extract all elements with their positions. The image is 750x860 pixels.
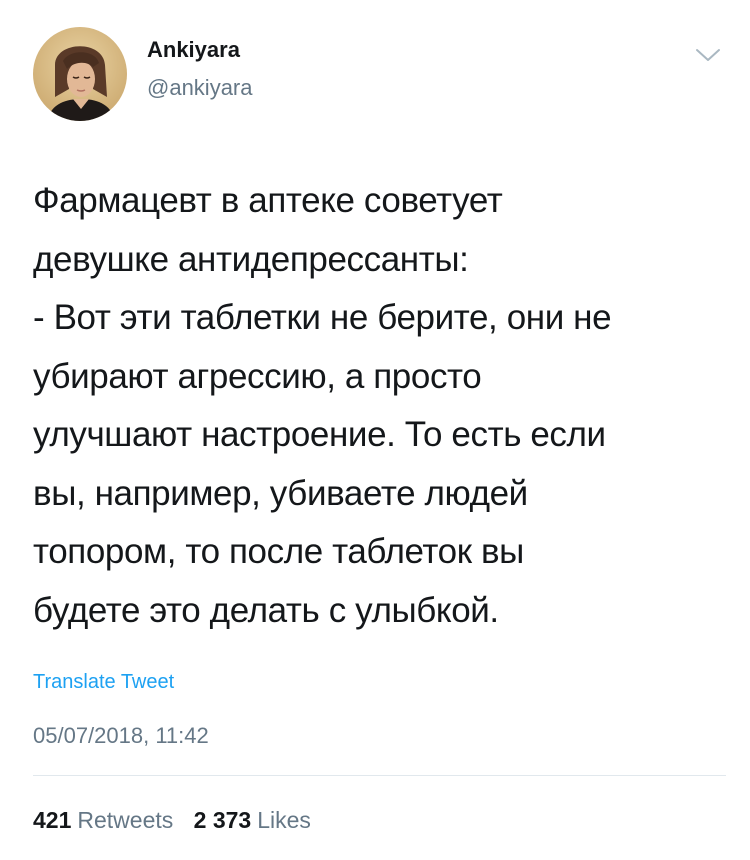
avatar[interactable] — [33, 27, 127, 121]
likes-count: 2 373 — [193, 807, 252, 833]
tweet-stats: 421 Retweets 2 373 Likes — [33, 806, 311, 834]
likes-stat[interactable]: 2 373 Likes — [194, 806, 311, 834]
tweet-timestamp[interactable]: 05/07/2018, 11:42 — [33, 723, 209, 749]
author-display-name[interactable]: Ankiyara — [147, 37, 240, 63]
retweets-count: 421 — [33, 807, 72, 833]
retweets-stat[interactable]: 421 Retweets — [33, 806, 173, 834]
author-handle[interactable]: @ankiyara — [147, 75, 253, 101]
tweet-text: Фармацевт в аптеке советует девушке анти… — [33, 181, 612, 630]
translate-tweet-link[interactable]: Translate Tweet — [33, 670, 174, 694]
likes-label: Likes — [257, 807, 311, 833]
divider — [33, 775, 726, 776]
tweet-card: Ankiyara @ankiyara Фармацевт в аптеке со… — [0, 0, 750, 860]
retweets-label: Retweets — [77, 807, 174, 833]
avatar-photo — [33, 27, 127, 121]
chevron-down-icon[interactable] — [693, 44, 723, 66]
